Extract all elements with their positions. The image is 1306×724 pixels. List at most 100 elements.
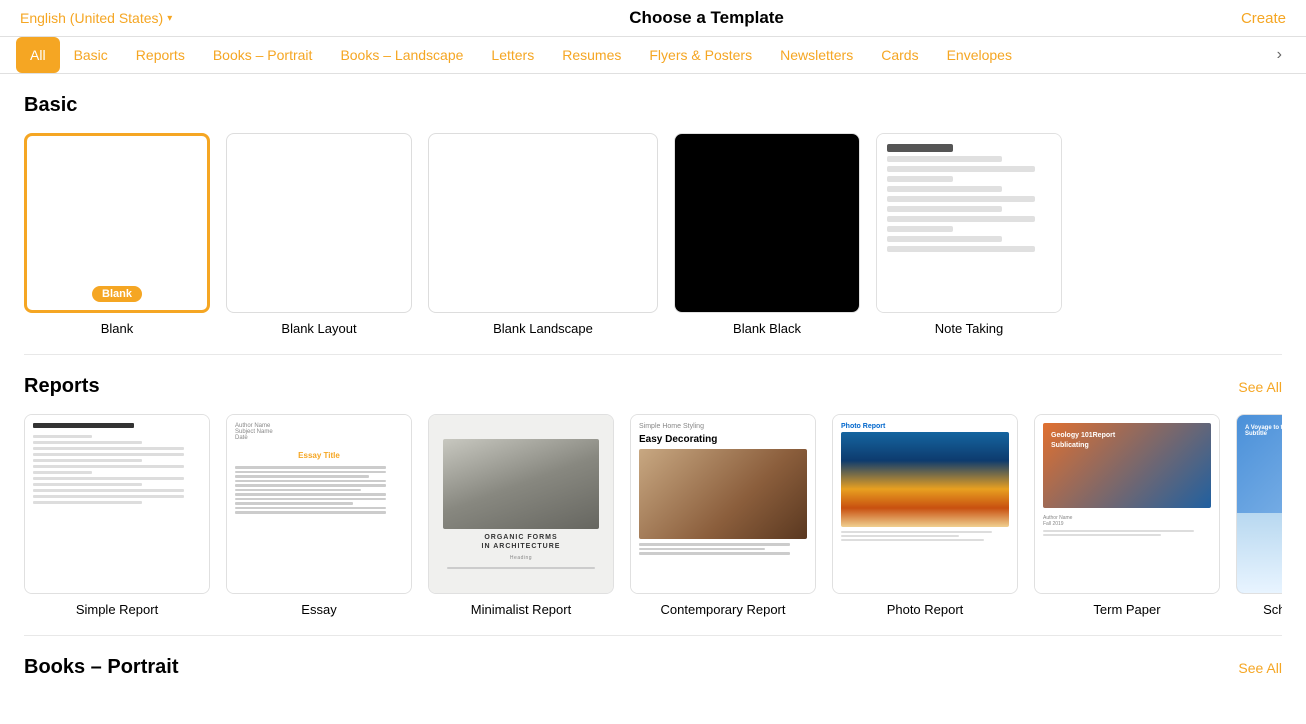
- school-title-text: A Voyage to th...Subtitle: [1245, 425, 1282, 437]
- r-line-9: [33, 483, 142, 486]
- header: English (United States) ▾ Choose a Templ…: [0, 0, 1306, 37]
- contemporary-big-title-text: Easy Decorating: [639, 434, 807, 445]
- language-selector[interactable]: English (United States) ▾: [20, 10, 172, 26]
- template-essay[interactable]: Author NameSubject NameDate Essay Title: [226, 414, 412, 617]
- minimalist-thumb-content: ORGANIC FORMSIN ARCHITECTURE Heading: [429, 415, 613, 593]
- section-basic: Basic Blank Blank Blank Layout Blank Lan…: [0, 74, 1306, 346]
- e-line-1: [235, 466, 386, 469]
- template-school-report[interactable]: A Voyage to th...Subtitle School R…: [1236, 414, 1282, 617]
- template-blank-thumb: Blank: [24, 133, 210, 313]
- tab-basic[interactable]: Basic: [60, 37, 122, 73]
- e-line-5: [235, 484, 386, 487]
- tab-resumes[interactable]: Resumes: [548, 37, 635, 73]
- template-school-report-label: School R…: [1263, 602, 1282, 617]
- tab-all[interactable]: All: [16, 37, 60, 73]
- minimalist-title-text: ORGANIC FORMSIN ARCHITECTURE: [482, 533, 561, 551]
- template-contemporary-report[interactable]: Simple Home Styling Easy Decorating Cont…: [630, 414, 816, 617]
- e-line-8: [235, 498, 386, 501]
- template-blank[interactable]: Blank Blank: [24, 133, 210, 336]
- e-line-7: [235, 493, 386, 496]
- section-reports-title: Reports: [24, 375, 100, 398]
- reports-see-all[interactable]: See All: [1238, 379, 1282, 395]
- minimalist-subtitle: Heading: [510, 555, 532, 561]
- r-line-12: [33, 501, 142, 504]
- template-photo-report-thumb: Photo Report: [832, 414, 1018, 594]
- basic-template-grid: Blank Blank Blank Layout Blank Landscape…: [24, 133, 1282, 336]
- note-line-4: [887, 176, 953, 182]
- t-line-1: [1043, 530, 1194, 532]
- template-blank-layout[interactable]: Blank Layout: [226, 133, 412, 336]
- term-title-text: Geology 101ReportSublicating: [1051, 431, 1203, 451]
- r-line-2: [33, 441, 142, 444]
- note-line-11: [887, 246, 1035, 252]
- note-line-2: [887, 156, 1002, 162]
- note-line-1: [887, 144, 953, 152]
- template-note-taking-label: Note Taking: [935, 321, 1003, 336]
- template-contemporary-report-label: Contemporary Report: [661, 602, 786, 617]
- template-essay-thumb: Author NameSubject NameDate Essay Title: [226, 414, 412, 594]
- template-blank-label: Blank: [101, 321, 134, 336]
- term-img: Geology 101ReportSublicating: [1043, 423, 1211, 508]
- r-line-1: [33, 435, 92, 438]
- c-line-1: [639, 543, 790, 546]
- school-thumb-content: A Voyage to th...Subtitle: [1237, 415, 1282, 593]
- language-label: English (United States): [20, 10, 163, 26]
- section-books-portrait-header: Books – Portrait See All: [24, 656, 1282, 679]
- template-simple-report[interactable]: Simple Report: [24, 414, 210, 617]
- template-note-taking[interactable]: Note Taking: [876, 133, 1062, 336]
- tab-books-portrait[interactable]: Books – Portrait: [199, 37, 327, 73]
- template-blank-layout-label: Blank Layout: [281, 321, 356, 336]
- photo-img: [841, 432, 1009, 527]
- section-basic-header: Basic: [24, 94, 1282, 117]
- tab-flyers-posters[interactable]: Flyers & Posters: [635, 37, 766, 73]
- tab-reports[interactable]: Reports: [122, 37, 199, 73]
- r-line-4: [33, 453, 184, 456]
- note-line-5: [887, 186, 1002, 192]
- section-reports-header: Reports See All: [24, 375, 1282, 398]
- note-line-3: [887, 166, 1035, 172]
- template-essay-label: Essay: [301, 602, 336, 617]
- note-line-6: [887, 196, 1035, 202]
- template-blank-landscape[interactable]: Blank Landscape: [428, 133, 658, 336]
- essay-thumb-content: Author NameSubject NameDate Essay Title: [227, 415, 411, 593]
- term-thumb-content: Geology 101ReportSublicating Author Name…: [1035, 415, 1219, 593]
- r-line-11: [33, 495, 184, 498]
- essay-title-text: Essay Title: [235, 451, 403, 460]
- template-blank-landscape-label: Blank Landscape: [493, 321, 593, 336]
- section-books-portrait: Books – Portrait See All: [0, 636, 1306, 698]
- template-term-paper-thumb: Geology 101ReportSublicating Author Name…: [1034, 414, 1220, 594]
- books-portrait-see-all[interactable]: See All: [1238, 660, 1282, 676]
- tab-books-landscape[interactable]: Books – Landscape: [326, 37, 477, 73]
- minimalist-line: [447, 567, 594, 569]
- section-reports: Reports See All: [0, 355, 1306, 627]
- r-line-6: [33, 465, 184, 468]
- e-line-4: [235, 480, 386, 483]
- template-blank-landscape-thumb: [428, 133, 658, 313]
- create-button[interactable]: Create: [1241, 10, 1286, 27]
- tab-envelopes[interactable]: Envelopes: [933, 37, 1026, 73]
- language-chevron: ▾: [167, 13, 172, 24]
- note-line-9: [887, 226, 953, 232]
- e-line-10: [235, 507, 386, 510]
- template-minimalist-report-thumb: ORGANIC FORMSIN ARCHITECTURE Heading: [428, 414, 614, 594]
- template-minimalist-report[interactable]: ORGANIC FORMSIN ARCHITECTURE Heading Min…: [428, 414, 614, 617]
- photo-lines: [841, 531, 1009, 541]
- note-line-7: [887, 206, 1002, 212]
- template-blank-black-label: Blank Black: [733, 321, 801, 336]
- nav-more-arrow[interactable]: ›: [1269, 38, 1290, 72]
- template-term-paper[interactable]: Geology 101ReportSublicating Author Name…: [1034, 414, 1220, 617]
- tab-newsletters[interactable]: Newsletters: [766, 37, 867, 73]
- contemporary-img: [639, 449, 807, 539]
- e-line-2: [235, 471, 386, 474]
- p-line-2: [841, 535, 959, 537]
- tab-letters[interactable]: Letters: [477, 37, 548, 73]
- r-line-8: [33, 477, 184, 480]
- p-line-3: [841, 539, 984, 541]
- tab-cards[interactable]: Cards: [867, 37, 932, 73]
- template-blank-black[interactable]: Blank Black: [674, 133, 860, 336]
- template-simple-report-thumb: [24, 414, 210, 594]
- template-photo-report[interactable]: Photo Report Photo Report: [832, 414, 1018, 617]
- e-line-11: [235, 511, 386, 514]
- r-line-3: [33, 447, 184, 450]
- c-line-3: [639, 552, 790, 555]
